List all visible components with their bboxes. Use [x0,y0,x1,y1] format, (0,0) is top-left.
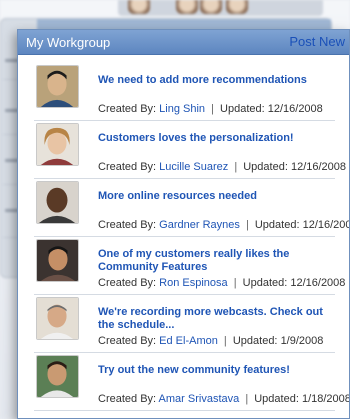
updated-date: 1/18/2008 [301,393,350,405]
created-by-label: Created By: [98,103,157,115]
post-title-link[interactable]: One of my customers really likes the Com… [98,248,338,274]
person-photo-icon [37,356,78,397]
author-link[interactable]: Ling Shin [159,103,205,115]
list-item: More online resources needed Created By:… [34,179,349,237]
avatar [36,181,79,224]
post-meta: Created By: Ron Espinosa | Updated: 12/1… [98,277,345,289]
author-link[interactable]: Gardner Raynes [159,219,240,231]
updated-label: Updated: [242,277,288,289]
post-meta: Created By: Ling Shin | Updated: 12/16/2… [98,103,323,115]
list-item: One of my customers really likes the Com… [34,237,345,295]
created-by-label: Created By: [98,161,157,173]
post-meta: Created By: Ed El-Amon | Updated: 1/9/20… [98,335,323,347]
updated-date: 12/16/2008 [267,103,323,115]
separator: | [223,335,227,347]
person-photo-icon [37,66,78,107]
post-meta: Created By: Amar Srivastava | Updated: 1… [98,393,350,405]
avatar [36,123,79,166]
list-item: Try out the new community features! Crea… [34,353,349,411]
updated-date: 12/16/2008 [290,161,347,173]
post-meta: Created By: Gardner Raynes | Updated: 12… [98,219,349,231]
created-by-label: Created By: [98,277,157,289]
updated-label: Updated: [243,161,288,173]
background-avatar [226,0,248,14]
list-item: We're recording more webcasts. Check out… [34,295,335,353]
person-photo-icon [37,298,78,339]
post-list: We need to add more recommendations Crea… [18,55,349,411]
post-new-link[interactable]: Post New [289,34,345,49]
author-link[interactable]: Amar Srivastava [159,393,240,405]
separator: | [245,219,249,231]
background-avatar [176,0,198,14]
widget-title: My Workgroup [26,35,111,50]
created-by-label: Created By: [98,393,157,405]
person-photo-icon [37,124,78,165]
list-item: Customers loves the personalization! Cre… [34,121,346,179]
created-by-label: Created By: [98,335,157,347]
separator: | [233,277,237,289]
widget-header: My Workgroup Post New [18,30,349,55]
my-workgroup-widget: My Workgroup Post New We need to add mor… [17,29,350,419]
post-meta: Created By: Lucille Suarez | Updated: 12… [98,161,346,173]
person-photo-icon [37,240,78,281]
post-title-link[interactable]: We need to add more recommendations [98,74,338,87]
updated-label: Updated: [254,393,299,405]
author-link[interactable]: Lucille Suarez [159,161,228,173]
avatar [36,297,79,340]
background-avatar [200,0,222,14]
separator: | [211,103,214,115]
updated-date: 1/9/2008 [280,335,324,347]
author-link[interactable]: Ron Espinosa [159,277,228,289]
avatar [36,65,79,108]
post-title-link[interactable]: Try out the new community features! [98,364,338,377]
avatar [36,355,79,398]
updated-label: Updated: [220,103,265,115]
separator: | [234,161,238,173]
list-item: We need to add more recommendations Crea… [34,63,335,121]
updated-label: Updated: [232,335,278,347]
post-title-link[interactable]: More online resources needed [98,190,338,203]
updated-label: Updated: [254,219,300,231]
updated-date: 12/16/2008 [290,277,346,289]
background-avatar [128,0,150,14]
updated-date: 12/16/2008 [302,219,349,231]
post-title-link[interactable]: We're recording more webcasts. Check out… [98,306,338,332]
author-link[interactable]: Ed El-Amon [159,335,218,347]
avatar [36,239,79,282]
separator: | [245,393,249,405]
person-photo-icon [37,182,78,223]
post-title-link[interactable]: Customers loves the personalization! [98,132,338,145]
created-by-label: Created By: [98,219,157,231]
